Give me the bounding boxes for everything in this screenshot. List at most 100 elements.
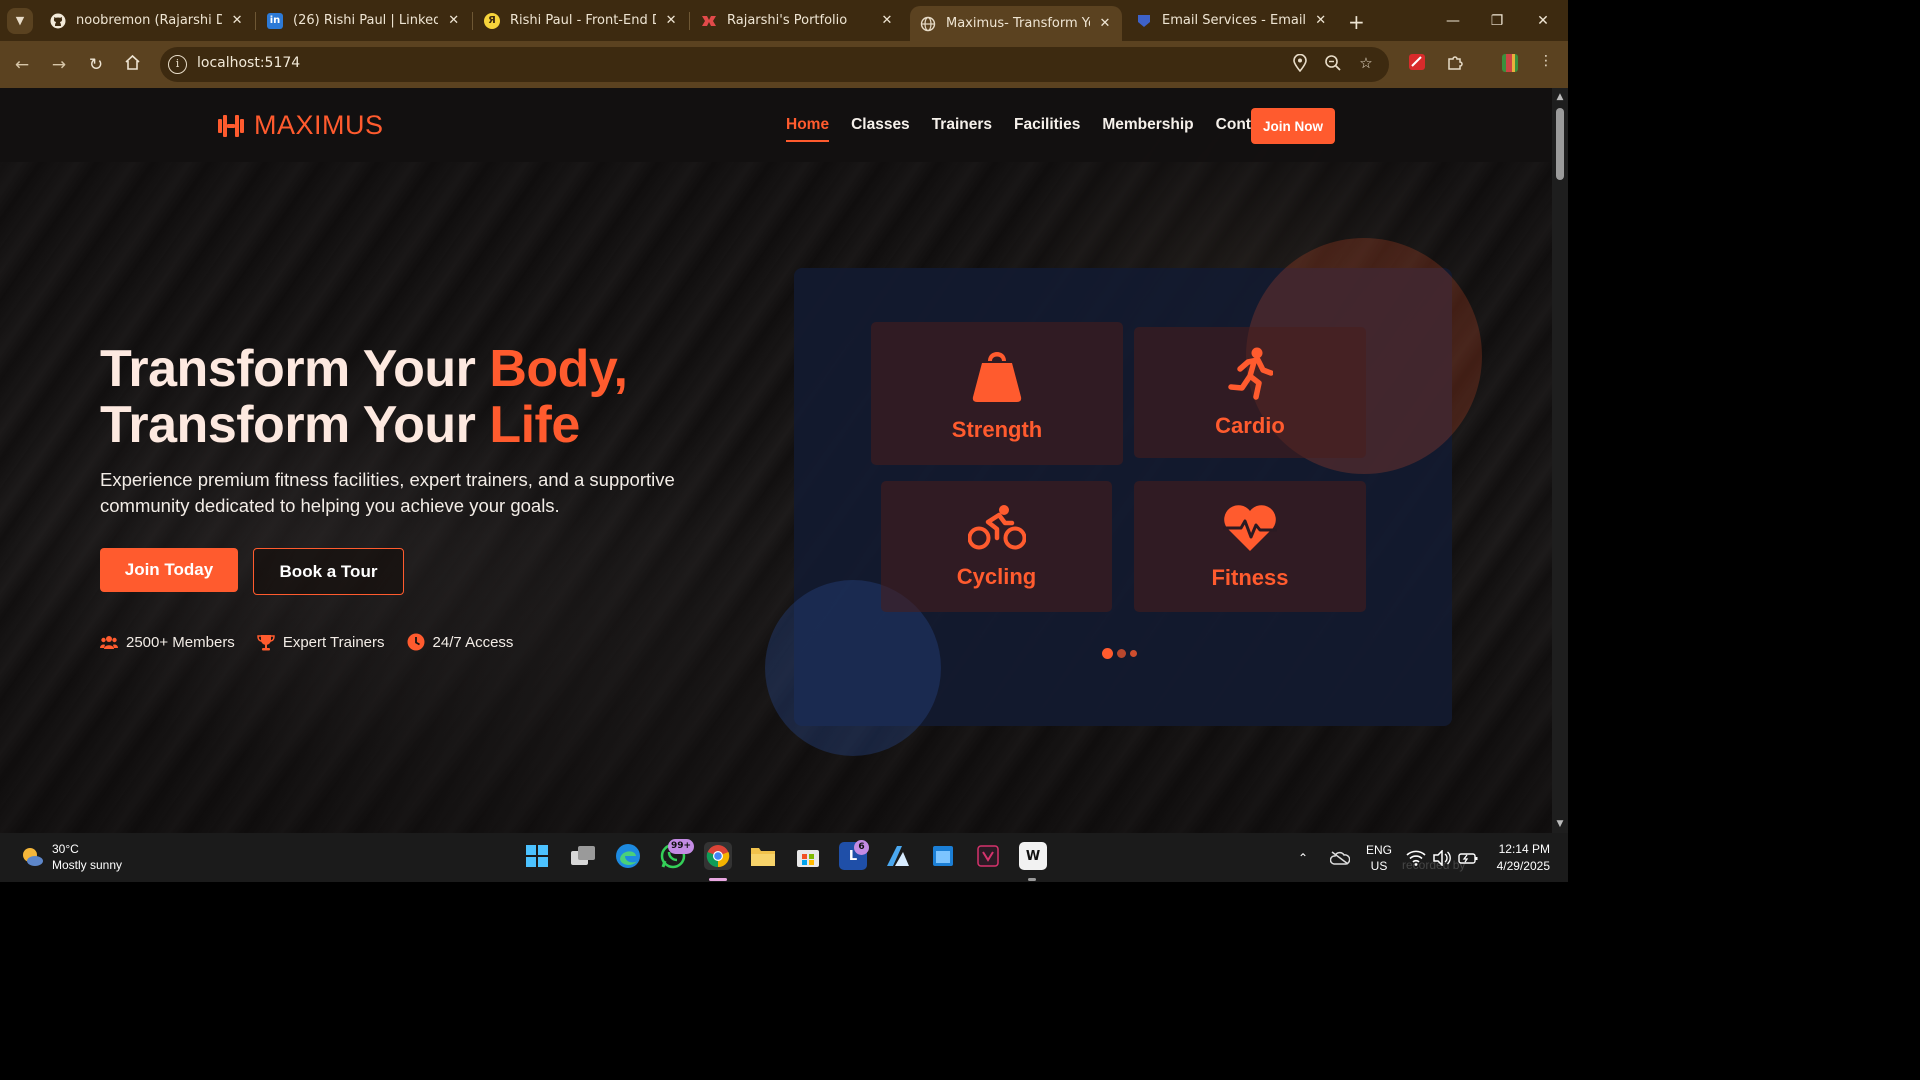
browser-tab-rishi-paul[interactable]: Я Rishi Paul - Front-End Dev ✕ [474, 0, 688, 41]
browser-tab-maximus[interactable]: Maximus- Transform Your ✕ [910, 6, 1122, 41]
trophy-icon [257, 634, 275, 650]
new-tab-button[interactable]: + [1348, 10, 1365, 34]
whatsapp-badge: 99+ [668, 839, 695, 854]
carousel-dot[interactable] [1130, 650, 1137, 657]
dumbbell-icon [218, 114, 244, 137]
arrow-left-icon: ← [14, 55, 30, 75]
minimize-button[interactable]: — [1430, 0, 1476, 41]
card-cycling[interactable]: Cycling [881, 481, 1112, 612]
edge-app[interactable] [614, 842, 642, 870]
portfolio-icon [701, 13, 717, 29]
reload-button[interactable]: ↻ [83, 52, 109, 78]
url-text[interactable]: localhost:5174 [197, 55, 300, 71]
back-button[interactable]: ← [9, 52, 35, 78]
join-today-button[interactable]: Join Today [100, 548, 238, 592]
chrome-app[interactable] [704, 842, 732, 870]
bicycle-icon [967, 504, 1026, 549]
onedrive-icon[interactable] [1330, 833, 1350, 882]
app-pink[interactable] [974, 842, 1002, 870]
hero-title-text: Transform Your [100, 340, 490, 398]
page-scrollbar[interactable]: ▲ ▼ [1552, 88, 1568, 833]
app-blue-window[interactable] [929, 842, 957, 870]
tab-search-button[interactable]: ▼ [7, 7, 33, 34]
site-info-icon[interactable]: i [168, 55, 187, 74]
restore-button[interactable]: ❐ [1474, 0, 1520, 41]
windows-taskbar: 30°C Mostly sunny 99+ L 6 W ⌃ ENG US 12:… [0, 833, 1568, 882]
store-icon [797, 850, 819, 867]
close-icon[interactable]: ✕ [664, 13, 678, 28]
stat-trainers: Expert Trainers [257, 633, 385, 651]
location-icon[interactable] [1290, 53, 1310, 74]
close-icon[interactable]: ✕ [879, 13, 895, 28]
webpage-viewport: MAXIMUS Home Classes Trainers Facilities… [0, 88, 1552, 833]
tab-divider [472, 12, 473, 30]
arrow-right-icon: → [51, 55, 67, 75]
scroll-thumb[interactable] [1556, 108, 1564, 180]
carousel-dot[interactable] [1117, 649, 1126, 658]
home-button[interactable] [119, 52, 145, 78]
forward-button[interactable]: → [46, 52, 72, 78]
file-explorer-app[interactable] [749, 842, 777, 870]
bookmark-star-icon[interactable]: ☆ [1356, 54, 1376, 74]
scroll-up-icon[interactable]: ▲ [1555, 92, 1565, 102]
hero-stats: 2500+ Members Expert Trainers 24/7 Acces… [100, 633, 535, 651]
clock-date: 4/29/2025 [1496, 859, 1550, 873]
hero-title-accent: Body, [489, 340, 628, 398]
azure-app[interactable] [884, 842, 912, 870]
hero-subtitle: Experience premium fitness facilities, e… [100, 469, 675, 516]
close-icon[interactable]: ✕ [1313, 13, 1328, 28]
extensions-puzzle-icon[interactable] [1445, 53, 1465, 73]
card-fitness[interactable]: Fitness [1134, 481, 1366, 612]
extension-red-icon[interactable] [1407, 53, 1427, 73]
weather-desc: Mostly sunny [52, 858, 123, 872]
card-label: Cycling [956, 563, 1037, 589]
tab-title: Maximus- Transform Your [946, 16, 1090, 31]
nav-classes[interactable]: Classes [851, 116, 910, 142]
active-app-indicator [709, 878, 727, 881]
close-icon[interactable]: ✕ [1098, 16, 1112, 31]
card-strength[interactable]: Strength [871, 322, 1123, 465]
book-tour-button[interactable]: Book a Tour [253, 548, 404, 595]
weather-widget[interactable]: 30°C Mostly sunny [20, 841, 122, 873]
menu-kebab-icon[interactable]: ⋮ [1536, 53, 1556, 73]
stat-access: 24/7 Access [407, 633, 513, 651]
browser-tab-emailjs[interactable]: Email Services - EmailJS ✕ [1126, 0, 1338, 41]
minimize-icon: — [1446, 12, 1460, 29]
tray-overflow[interactable]: ⌃ [1298, 833, 1308, 882]
close-icon[interactable]: ✕ [446, 13, 461, 28]
task-view-button[interactable] [569, 842, 597, 870]
browser-tab-github[interactable]: noobremon (Rajarshi Das) ✕ [40, 0, 254, 41]
site-logo[interactable]: MAXIMUS [218, 110, 384, 141]
stat-label: Expert Trainers [282, 633, 385, 651]
system-clock[interactable]: 12:14 PM 4/29/2025 [1490, 841, 1550, 875]
nav-facilities[interactable]: Facilities [1014, 116, 1080, 142]
github-icon [50, 13, 66, 29]
close-icon[interactable]: ✕ [230, 13, 244, 28]
hero-title: Transform Your Body, Transform Your Life [100, 340, 628, 453]
hero-title-line1: Transform Your Body, [100, 340, 628, 398]
join-now-button[interactable]: Join Now [1251, 108, 1335, 144]
zoom-icon[interactable] [1323, 54, 1343, 74]
azure-icon [887, 846, 909, 866]
profile-avatar[interactable] [1500, 53, 1520, 73]
scroll-down-icon[interactable]: ▼ [1555, 819, 1565, 829]
app-w[interactable]: W [1019, 842, 1047, 870]
nav-membership[interactable]: Membership [1102, 116, 1193, 142]
browser-tab-linkedin[interactable]: in (26) Rishi Paul | LinkedIn ✕ [257, 0, 471, 41]
start-button[interactable] [523, 842, 551, 870]
store-app[interactable] [794, 842, 822, 870]
partly-sunny-icon [20, 845, 44, 869]
browser-tab-portfolio[interactable]: Rajarshi's Portfolio ✕ [691, 0, 905, 41]
recorder-watermark: recorded by [1402, 858, 1466, 872]
nav-home[interactable]: Home [786, 116, 830, 142]
nav-trainers[interactable]: Trainers [932, 116, 992, 142]
address-bar[interactable]: i localhost:5174 ☆ [160, 47, 1389, 82]
tab-title: noobremon (Rajarshi Das) [76, 13, 223, 28]
restore-icon: ❐ [1490, 12, 1504, 29]
carousel-dot-active[interactable] [1102, 648, 1113, 659]
pink-app-icon [977, 845, 999, 867]
close-window-button[interactable]: ✕ [1520, 0, 1566, 41]
language-indicator[interactable]: ENG US [1364, 842, 1394, 874]
edge-icon [616, 844, 640, 868]
card-cardio[interactable]: Cardio [1134, 327, 1366, 458]
